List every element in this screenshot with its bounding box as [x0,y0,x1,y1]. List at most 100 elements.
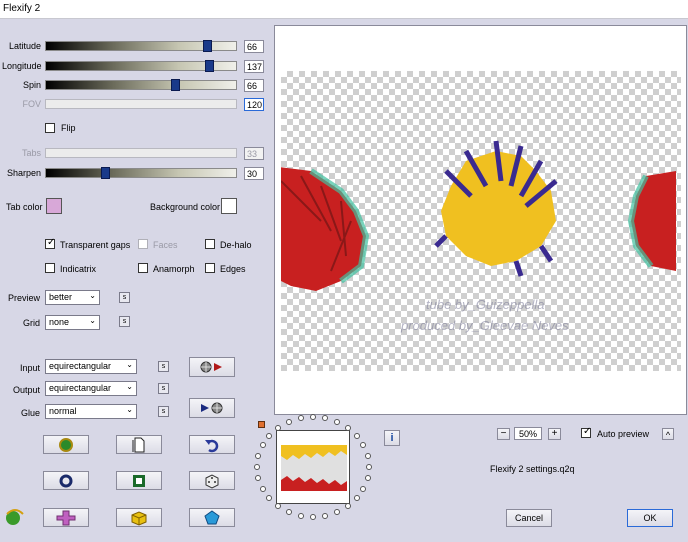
caret-up-icon: ^ [665,430,671,440]
navigator-handle-icon[interactable] [258,421,265,428]
input-globe-button[interactable] [189,357,235,377]
preview-mode-s-button[interactable]: s [119,292,130,303]
spin-slider-thumb[interactable] [171,79,180,91]
zoom-out-button[interactable]: − [497,428,510,440]
cube-button[interactable] [116,508,162,527]
sharpen-field[interactable]: 30 [244,167,264,180]
flip-checkbox[interactable] [45,123,55,133]
undo-button[interactable] [189,435,235,454]
sharpen-label: Sharpen [6,168,41,178]
navigator-dot[interactable] [255,475,262,482]
background-color-swatch[interactable] [221,198,237,214]
navigator-dot[interactable] [266,432,273,439]
navigator-dot[interactable] [310,413,316,420]
faces-checkbox[interactable] [138,239,148,249]
transparent-gaps-checkbox[interactable]: ✓ [45,237,55,249]
tab-color-label: Tab color [6,202,43,212]
navigator-dot[interactable] [364,452,371,459]
longitude-slider-thumb[interactable] [205,60,214,72]
info-icon: i [390,432,394,444]
navigator-dot[interactable] [275,503,282,510]
ok-button[interactable]: OK [627,509,673,527]
navigator-dot[interactable] [334,509,341,516]
auto-preview-checkbox[interactable]: ✓ [581,426,592,438]
grid-s-button[interactable]: s [119,316,130,327]
anamorph-checkbox[interactable] [138,263,148,273]
glue-select[interactable]: normal ⌄ [45,404,137,419]
navigator-dot[interactable] [266,495,273,502]
globe-arrow-icon [200,361,222,373]
randomize-button[interactable] [43,435,89,454]
output-s-button[interactable]: s [158,383,169,394]
navigator-dot[interactable] [360,485,367,492]
tab-color-swatch[interactable] [46,198,62,214]
new-document-button[interactable] [116,435,162,454]
navigator-dot[interactable] [297,414,304,421]
navigator-dot[interactable] [285,509,292,516]
cancel-button[interactable]: Cancel [506,509,552,527]
navigator-dot[interactable] [259,442,266,449]
fov-field[interactable]: 120 [244,98,264,111]
input-projection-select[interactable]: equirectangular ⌄ [45,359,137,374]
dice-button[interactable] [189,471,235,490]
navigator-dot[interactable] [297,513,304,520]
sharpen-slider-thumb[interactable] [101,167,110,179]
navigator-dot[interactable] [322,414,329,421]
sharpen-slider[interactable] [45,167,237,179]
preview-panel[interactable]: tube by_Guizeppella produced by_Gleevae … [274,25,687,415]
navigator-dot[interactable] [334,418,341,425]
latitude-field[interactable]: 66 [244,40,264,53]
longitude-slider[interactable] [45,60,237,72]
frame-button[interactable] [116,471,162,490]
expand-button[interactable]: ^ [662,428,674,440]
minus-icon: − [500,428,507,439]
indicatrix-checkbox[interactable] [45,263,55,273]
grid-select[interactable]: none ⌄ [45,315,100,330]
latitude-slider[interactable] [45,40,237,52]
navigator-dot[interactable] [255,452,262,459]
navigator-dot[interactable] [360,442,367,449]
navigator-dot[interactable] [353,495,360,502]
output-projection-select[interactable]: equirectangular ⌄ [45,381,137,396]
auto-preview-label: Auto preview [597,429,650,439]
navigator-dot[interactable] [344,424,351,431]
navigator-dot[interactable] [310,514,316,521]
longitude-field[interactable]: 137 [244,60,264,73]
circle-button[interactable] [43,471,89,490]
ring-icon [59,474,73,488]
info-button[interactable]: i [384,430,400,446]
cube-icon [131,511,147,526]
navigator-dot[interactable] [366,464,372,470]
navigator-dot[interactable] [322,513,329,520]
tabs-field[interactable]: 33 [244,147,264,160]
preview-canvas[interactable]: tube by_Guizeppella produced by_Gleevae … [281,71,681,371]
glue-s-button[interactable]: s [158,406,169,417]
zoom-in-button[interactable]: + [548,428,561,440]
navigator-dot[interactable] [254,464,260,470]
navigator-dot[interactable] [259,485,266,492]
fov-slider [45,99,237,109]
navigator-dot[interactable] [353,432,360,439]
latitude-slider-thumb[interactable] [203,40,212,52]
input-label: Input [19,363,40,373]
spin-slider[interactable] [45,79,237,91]
navigator-dot[interactable] [285,418,292,425]
pentagon-icon [204,510,220,525]
spin-field[interactable]: 66 [244,79,264,92]
navigator-dot[interactable] [344,503,351,510]
navigator-dot[interactable] [364,475,371,482]
output-globe-button[interactable] [189,398,235,418]
input-projection-value: equirectangular [49,361,112,371]
check-icon: ✓ [583,426,592,437]
input-s-button[interactable]: s [158,361,169,372]
cross-shape-button[interactable] [43,508,89,527]
navigator-dot[interactable] [275,424,282,431]
window-title: Flexify 2 [3,3,41,14]
flexify-logo-icon [4,508,24,528]
edges-checkbox[interactable] [205,263,215,273]
pentagon-button[interactable] [189,508,235,527]
de-halo-checkbox[interactable] [205,239,215,249]
preview-mode-select[interactable]: better ⌄ [45,290,100,305]
de-halo-label: De-halo [220,240,252,250]
thumbnail-navigator[interactable] [276,430,350,504]
